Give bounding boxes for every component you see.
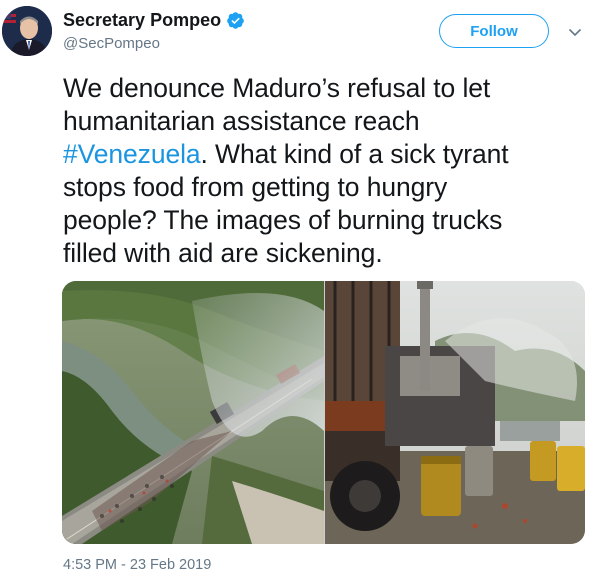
tweet-line: We denounce Maduro’s refusal to let <box>63 73 491 103</box>
tweet-timestamp[interactable]: 4:53 PM - 23 Feb 2019 <box>63 557 211 573</box>
follow-button[interactable]: Follow <box>439 14 549 48</box>
tweet-line: stops food from getting to hungry <box>63 172 448 202</box>
hashtag-link[interactable]: #Venezuela <box>63 139 201 169</box>
avatar[interactable] <box>2 6 52 56</box>
tweet-line: filled with aid are sickening. <box>63 238 383 268</box>
author-name[interactable]: Secretary Pompeo <box>63 10 221 31</box>
verified-badge-icon <box>227 12 244 29</box>
author-handle[interactable]: @SecPompeo <box>63 35 160 52</box>
tweet-line: people? The images of burning trucks <box>63 205 503 235</box>
burned-truck-photo[interactable] <box>325 281 585 544</box>
bridge-aerial-photo[interactable] <box>62 281 324 544</box>
media-grid <box>62 281 585 544</box>
tweet-line-rest: . What kind of a sick tyrant <box>200 139 509 169</box>
tweet-card: Secretary Pompeo @SecPompeo Follow We de… <box>0 0 600 578</box>
tweet-line: humanitarian assistance reach <box>63 106 420 136</box>
chevron-down-icon[interactable] <box>567 24 583 40</box>
tweet-text: We denounce Maduro’s refusal to let huma… <box>63 72 588 270</box>
tweet-line: #Venezuela. What kind of a sick tyrant <box>63 138 588 171</box>
profile-photo <box>2 6 52 56</box>
author-name-row[interactable]: Secretary Pompeo <box>63 10 245 31</box>
